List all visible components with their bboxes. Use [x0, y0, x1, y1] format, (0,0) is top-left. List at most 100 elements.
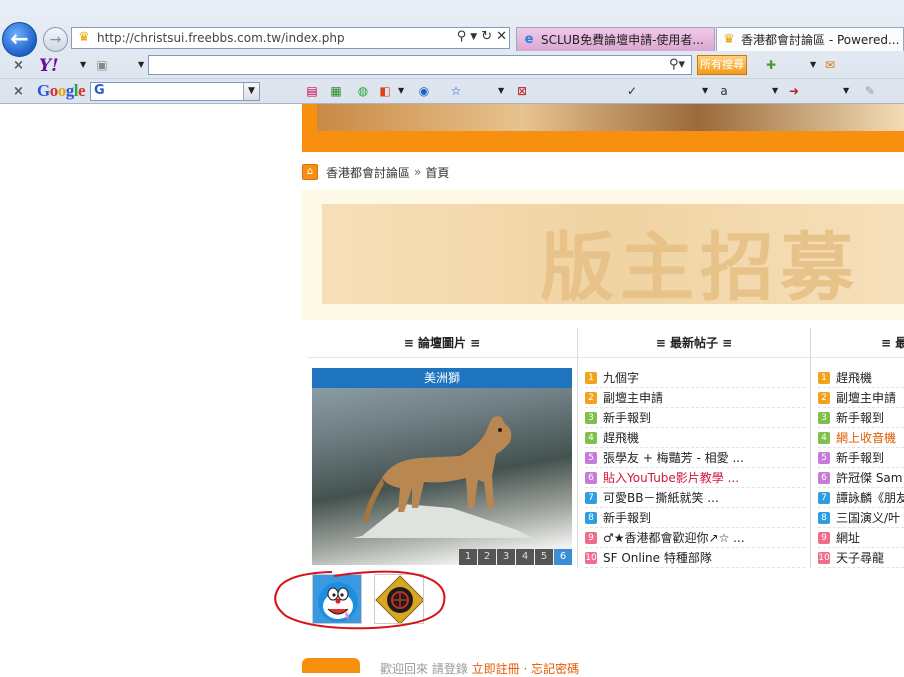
post-link[interactable]: 新手報到: [603, 409, 651, 426]
chevron-down-icon[interactable]: ▼: [243, 83, 259, 100]
chevron-down-icon[interactable]: ▼: [843, 86, 849, 95]
stop-icon[interactable]: ✕: [496, 29, 507, 45]
post-link[interactable]: 網上收音機: [836, 429, 896, 446]
search-icon[interactable]: ⚲▾: [669, 57, 685, 72]
list-item: 6 許冠傑 Sam: [818, 468, 904, 488]
highlighter-icon[interactable]: ✎: [862, 83, 878, 99]
share-icon[interactable]: ◍: [355, 83, 371, 99]
slideshow-page-button[interactable]: 2: [478, 549, 496, 565]
rank-badge: 2: [818, 391, 830, 404]
apps-icon[interactable]: ◧: [377, 83, 393, 99]
post-link[interactable]: 天子尋龍: [836, 549, 884, 566]
list-item: 4 趕飛機: [585, 428, 805, 448]
chevron-down-icon[interactable]: ▼: [398, 86, 404, 95]
tab-sclub[interactable]: e SCLUB免費論壇申請-使用者...: [516, 27, 715, 51]
post-link[interactable]: 新手報到: [836, 409, 884, 426]
register-link[interactable]: 立即註冊 · 忘記密碼: [472, 662, 579, 676]
post-link[interactable]: 張學友 + 梅豔芳 - 相愛 ...: [603, 449, 744, 466]
list-item: 5 新手報到: [818, 448, 904, 468]
list-item: 3 新手報到: [818, 408, 904, 428]
list-item: 5 張學友 + 梅豔芳 - 相愛 ...: [585, 448, 805, 468]
yahoo-search-input[interactable]: ⚲▾: [148, 55, 692, 75]
send-to-icon[interactable]: ➜: [786, 83, 802, 99]
post-link[interactable]: 新手報到: [836, 449, 884, 466]
address-bar[interactable]: ♛ http://christsui.freebbs.com.tw/index.…: [71, 27, 510, 49]
breadcrumb-site-link[interactable]: 香港都會討論區: [326, 164, 410, 181]
back-arrow-icon: ←: [10, 27, 29, 52]
yahoo-toolbar: × Y! ▼ ▣ ▼ ⚲▾ 所有搜尋 ✚ ▼ ✉: [0, 53, 904, 78]
list-item: 2 副壇主申請: [585, 388, 805, 408]
chevron-down-icon[interactable]: ▼: [810, 60, 816, 69]
post-link[interactable]: 副壇主申請: [603, 389, 663, 406]
post-link[interactable]: 九個字: [603, 369, 639, 386]
rank-badge: 10: [818, 551, 830, 564]
list-item: 7 譚詠麟《朋友: [818, 488, 904, 508]
back-button[interactable]: ←: [2, 22, 37, 57]
post-link[interactable]: 副壇主申請: [836, 389, 896, 406]
address-text[interactable]: http://christsui.freebbs.com.tw/index.ph…: [97, 31, 345, 45]
slideshow-caption: 美洲獅: [312, 368, 572, 388]
post-link[interactable]: 趕飛機: [603, 429, 639, 446]
slideshow-pager: 1 2 3 4 5 6: [458, 549, 572, 565]
post-link[interactable]: 三国演义/叶: [836, 509, 900, 526]
google-logo: Google: [37, 81, 86, 100]
rank-badge: 3: [585, 411, 597, 424]
post-link[interactable]: 譚詠麟《朋友: [836, 489, 904, 506]
rank-badge: 3: [818, 411, 830, 424]
login-prompt-text: 歡迎回來 請登錄: [380, 662, 468, 676]
slideshow-page-button-active[interactable]: 6: [554, 549, 572, 565]
column-header-latest-posts: ≡ 最新帖子 ≡: [578, 328, 810, 358]
post-link[interactable]: 貼入YouTube影片教學 ...: [603, 469, 739, 486]
post-link[interactable]: 新手報到: [603, 509, 651, 526]
yahoo-search-button[interactable]: 所有搜尋: [697, 55, 747, 75]
bookmark-add-icon[interactable]: ✚: [763, 57, 779, 73]
list-item: 9 ♂★香港都會歡迎你↗☆ ...: [585, 528, 805, 548]
google-search-input[interactable]: G ▼: [90, 82, 260, 101]
image-slideshow[interactable]: 美洲獅 1 2 3 4 5 6: [312, 368, 572, 565]
slideshow-page-button[interactable]: 4: [516, 549, 534, 565]
globe-icon[interactable]: ◉: [416, 83, 432, 99]
refresh-icon[interactable]: ↻: [481, 29, 492, 45]
home-icon[interactable]: ⌂: [302, 164, 318, 180]
close-toolbar-icon[interactable]: ×: [13, 84, 25, 99]
slideshow-page-button[interactable]: 5: [535, 549, 553, 565]
translate-icon[interactable]: a: [716, 83, 732, 99]
moderator-recruit-banner[interactable]: 版主招募: [322, 204, 904, 304]
dropdown-icon[interactable]: ▼: [470, 29, 477, 45]
rank-badge: 4: [818, 431, 830, 444]
spellcheck-icon[interactable]: ✓: [624, 83, 640, 99]
post-link[interactable]: SF Online 特種部隊: [603, 549, 712, 566]
slideshow-page-button[interactable]: 3: [497, 549, 515, 565]
slideshow-page-button[interactable]: 1: [459, 549, 477, 565]
rank-badge: 9: [818, 531, 830, 544]
chevron-down-icon[interactable]: ▼: [80, 60, 86, 69]
calendar-icon[interactable]: ▦: [328, 83, 344, 99]
login-tab[interactable]: [302, 658, 360, 673]
tab-forum[interactable]: ♛ 香港都會討論區 - Powered...: [716, 27, 904, 51]
popup-blocker-icon[interactable]: ⊠: [514, 83, 530, 99]
post-link[interactable]: 許冠傑 Sam: [836, 469, 902, 486]
mail-icon[interactable]: ✉: [822, 57, 838, 73]
star-bookmark-icon[interactable]: ☆: [448, 83, 464, 99]
close-toolbar-icon[interactable]: ×: [13, 58, 25, 73]
rank-badge: 5: [585, 451, 597, 464]
forward-arrow-icon: →: [49, 31, 62, 48]
yahoo-logo[interactable]: Y!: [39, 56, 59, 76]
news-icon[interactable]: ▤: [304, 83, 320, 99]
chevron-down-icon[interactable]: ▼: [138, 60, 144, 69]
rank-badge: 7: [585, 491, 597, 504]
post-link[interactable]: 可愛BB－撕紙就笑 ...: [603, 489, 719, 506]
hot-posts-list: 1 趕飛機 2 副壇主申請 3 新手報到 4 網上收音機 5 新手報到 6 許冠傑 Sam …: [818, 368, 904, 568]
chevron-down-icon[interactable]: ▼: [498, 86, 504, 95]
chevron-down-icon[interactable]: ▼: [702, 86, 708, 95]
list-item: 1 趕飛機: [818, 368, 904, 388]
chevron-down-icon[interactable]: ▼: [772, 86, 778, 95]
post-link[interactable]: ♂★香港都會歡迎你↗☆ ...: [603, 529, 745, 546]
search-icon[interactable]: ⚲: [457, 29, 467, 45]
post-link[interactable]: 網址: [836, 529, 860, 546]
rank-badge: 6: [818, 471, 830, 484]
forward-button[interactable]: →: [43, 27, 68, 52]
page-icon[interactable]: ▣: [94, 57, 110, 73]
post-link[interactable]: 趕飛機: [836, 369, 872, 386]
header-banner-image: [317, 104, 904, 131]
